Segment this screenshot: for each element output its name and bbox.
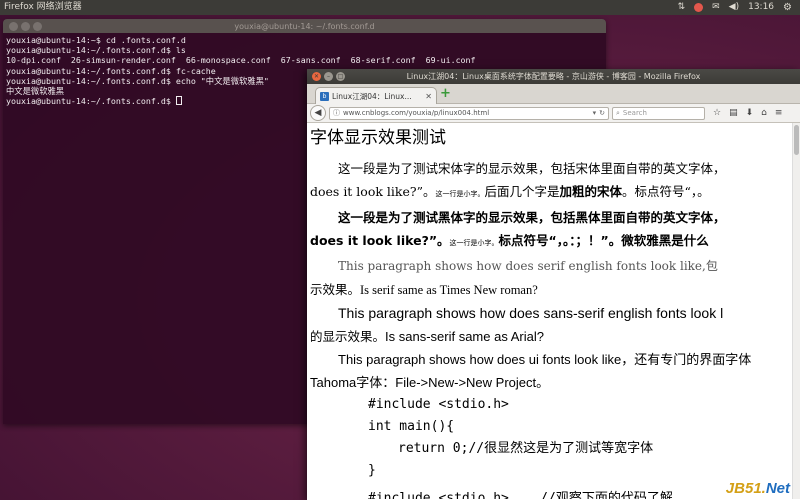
text: does it look like?”。 bbox=[310, 184, 436, 199]
paragraph-ui-line1: This paragraph shows how does ui fonts l… bbox=[310, 348, 800, 371]
code-line: return 0;//很显然这是为了测试等宽字体 bbox=[398, 441, 654, 456]
home-icon[interactable]: ⌂ bbox=[761, 108, 767, 118]
watermark-text: JB51. bbox=[725, 480, 766, 497]
terminal-cursor bbox=[175, 96, 182, 106]
downloads-icon[interactable]: ⬇ bbox=[746, 108, 754, 118]
code-line: } bbox=[368, 463, 376, 478]
text: This paragraph shows how does ui fonts l… bbox=[338, 352, 752, 367]
reload-icon[interactable]: ↻ bbox=[599, 109, 605, 117]
paragraph-serif-line2: 示效果。Is serif same as Times New roman? bbox=[310, 278, 800, 302]
keyboard-indicator-icon[interactable]: ⇅ bbox=[678, 0, 686, 15]
text: This paragraph shows how does serif engl… bbox=[338, 259, 718, 273]
back-arrow-icon[interactable]: ◀ bbox=[310, 105, 326, 121]
indicator-area: ⇅ ✉ ◀) 13:16 ⚙ bbox=[678, 0, 800, 15]
dropdown-arrow-icon[interactable]: ▾ bbox=[593, 109, 597, 117]
url-bar[interactable]: ⓘ www.cnblogs.com/youxia/p/linux004.html… bbox=[329, 106, 609, 120]
text: 的显示效果。 bbox=[310, 329, 386, 344]
text: Is sans-serif same as Arial? bbox=[385, 329, 544, 344]
mail-indicator-icon[interactable]: ✉ bbox=[712, 0, 720, 15]
vertical-scrollbar[interactable] bbox=[792, 123, 800, 499]
firefox-maximize-button[interactable]: □ bbox=[336, 72, 345, 81]
tab-close-icon[interactable]: ✕ bbox=[425, 92, 432, 101]
firefox-window[interactable]: ✕ – □ Linux江湖04：Linux桌面系统字体配置要略 - 京山游侠 -… bbox=[307, 69, 800, 500]
terminal-prompt: youxia@ubuntu-14:~/.fonts.conf.d$ bbox=[6, 96, 176, 107]
text: 后面几个字是 bbox=[484, 184, 560, 199]
text: Tahoma字体：File->New->New Project。 bbox=[310, 375, 550, 390]
terminal-line: youxia@ubuntu-14:~$ cd .fonts.conf.d bbox=[6, 35, 186, 45]
code-line: #include <stdio.h> bbox=[368, 397, 509, 412]
paragraph-serif-line1: This paragraph shows how does serif engl… bbox=[310, 255, 800, 278]
terminal-titlebar[interactable]: youxia@ubuntu-14: ~/.fonts.conf.d bbox=[3, 19, 606, 33]
paragraph-heiti-line2: does it look like?”。这一行是小字。标点符号“，。：；！”。微… bbox=[310, 229, 800, 255]
search-icon: ⌕ bbox=[616, 108, 620, 117]
update-indicator-icon[interactable] bbox=[694, 3, 704, 12]
active-app-title: Firefox 网络浏览器 bbox=[4, 2, 82, 12]
terminal-title: youxia@ubuntu-14: ~/.fonts.conf.d bbox=[234, 21, 375, 31]
page-content[interactable]: 字体显示效果测试 这一段是为了测试宋体字的显示效果，包括宋体里面自带的英文字体，… bbox=[307, 123, 800, 499]
text: Is serif same as Times New roman? bbox=[360, 283, 538, 297]
reading-list-icon[interactable]: ▤ bbox=[729, 108, 738, 118]
paragraph-sans-line1: This paragraph shows how does sans-serif… bbox=[310, 302, 800, 325]
paragraph-songti-line1: 这一段是为了测试宋体字的显示效果，包括宋体里面自带的英文字体， bbox=[310, 157, 800, 180]
navigation-toolbar: ◀ ⓘ www.cnblogs.com/youxia/p/linux004.ht… bbox=[307, 104, 800, 123]
firefox-window-title: Linux江湖04：Linux桌面系统字体配置要略 - 京山游侠 - 博客园 -… bbox=[406, 72, 701, 81]
text: 示效果。 bbox=[310, 282, 361, 297]
text: 这一段是为了测试宋体字的显示效果，包括宋体里面自带的英文字体， bbox=[338, 161, 726, 176]
watermark-text: Net bbox=[765, 480, 790, 497]
text: This paragraph shows how does sans-serif… bbox=[338, 305, 724, 321]
menu-hamburger-icon[interactable]: ≡ bbox=[775, 108, 783, 118]
paragraph-songti-line2: does it look like?”。这一行是小字。后面几个字是加粗的宋体。标… bbox=[310, 180, 800, 206]
terminal-line: 10-dpi.conf 26-simsun-render.conf 66-mon… bbox=[6, 55, 476, 66]
search-placeholder: Search bbox=[622, 109, 647, 117]
code-line: int main(){ bbox=[368, 419, 455, 434]
small-text: 这一行是小字。 bbox=[435, 190, 485, 198]
tab-active[interactable]: b Linux江湖04：Linux... ✕ bbox=[315, 87, 437, 104]
page-title: 字体显示效果测试 bbox=[310, 128, 446, 148]
terminal-line: youxia@ubuntu-14:~/.fonts.conf.d$ ls bbox=[6, 45, 186, 56]
text: 。标点符号“，。 bbox=[622, 184, 710, 199]
paragraph-heiti-line1: 这一段是为了测试黑体字的显示效果，包括黑体里面自带的英文字体， bbox=[310, 206, 800, 229]
text: does it look like?”。 bbox=[310, 233, 450, 248]
clock[interactable]: 13:16 bbox=[748, 0, 774, 15]
firefox-close-button[interactable]: ✕ bbox=[312, 72, 321, 81]
url-text: www.cnblogs.com/youxia/p/linux004.html bbox=[343, 109, 490, 117]
volume-indicator-icon[interactable]: ◀) bbox=[729, 0, 739, 15]
bold-text: 加粗的宋体 bbox=[559, 184, 622, 199]
firefox-titlebar[interactable]: ✕ – □ Linux江湖04：Linux桌面系统字体配置要略 - 京山游侠 -… bbox=[307, 69, 800, 84]
tab-label: Linux江湖04：Linux... bbox=[332, 91, 412, 101]
paragraph-sans-line2: 的显示效果。Is sans-serif same as Arial? bbox=[310, 325, 800, 348]
top-panel: Firefox 网络浏览器 ⇅ ✉ ◀) 13:16 ⚙ bbox=[0, 0, 800, 15]
text: 标点符号“，。：；！”。微软雅黑是什么 bbox=[498, 233, 709, 248]
firefox-minimize-button[interactable]: – bbox=[324, 72, 333, 81]
settings-gear-icon[interactable]: ⚙ bbox=[783, 0, 792, 15]
bookmark-star-icon[interactable]: ☆ bbox=[713, 108, 721, 118]
tab-bar: b Linux江湖04：Linux... ✕ + bbox=[307, 84, 800, 104]
cnblogs-favicon-icon: b bbox=[320, 91, 329, 101]
small-text: 这一行是小字。 bbox=[449, 239, 499, 247]
search-input[interactable]: ⌕ Search bbox=[612, 106, 705, 120]
paragraph-ui-line2: Tahoma字体：File->New->New Project。 bbox=[310, 371, 800, 394]
watermark-logo: JB51.Net bbox=[726, 480, 790, 497]
new-tab-plus-icon[interactable]: + bbox=[440, 87, 451, 101]
site-identity-icon[interactable]: ⓘ bbox=[333, 108, 340, 118]
text: 这一段是为了测试黑体字的显示效果，包括黑体里面自带的英文字体， bbox=[338, 210, 726, 225]
scrollbar-thumb[interactable] bbox=[794, 125, 799, 155]
